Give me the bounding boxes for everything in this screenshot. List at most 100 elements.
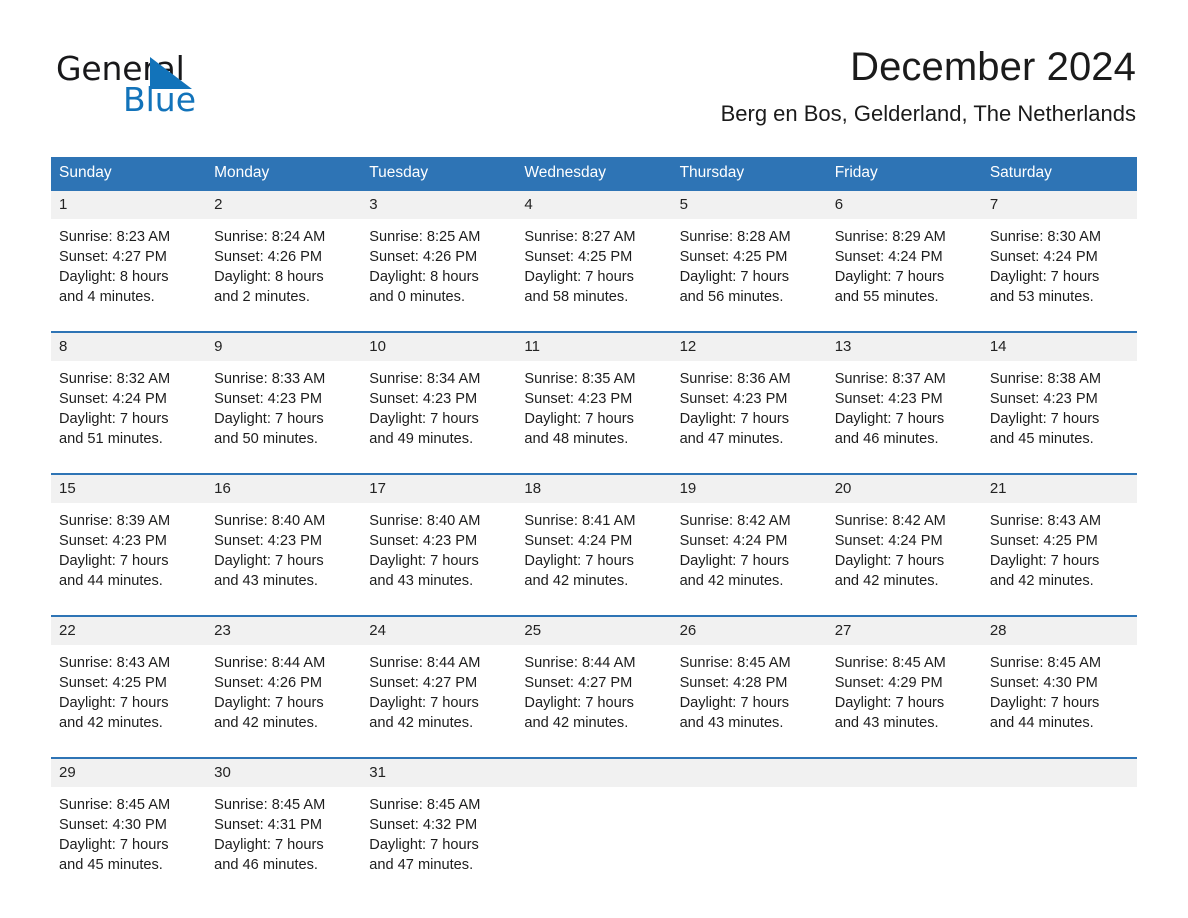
calendar-day-cell[interactable]: 6 Sunrise: 8:29 AM Sunset: 4:24 PM Daylight…: [826, 190, 982, 332]
weekday-header-row: Sunday Monday Tuesday Wednesday Thursday Frid…: [51, 157, 1137, 191]
calendar-day-cell[interactable]: 3 Sunrise: 8:25 AM Sunset: 4:26 PM Daylight…: [361, 190, 517, 332]
day-detail-line: and 56 minutes.: [679, 288, 784, 305]
day-number: 29: [51, 758, 207, 787]
day-detail-line: Sunrise: 8:43 AM: [989, 512, 1101, 529]
day-detail-line: Sunrise: 8:43 AM: [59, 654, 171, 671]
day-detail-line: Sunrise: 8:39 AM: [59, 512, 171, 529]
calendar-day-cell[interactable]: 1 Sunrise: 8:23 AM Sunset: 4:27 PM Daylight…: [51, 190, 207, 332]
day-detail-line: and 58 minutes.: [524, 288, 629, 305]
calendar-day-cell[interactable]: 27 Sunrise: 8:45 AM Sunset: 4:29 PM Dayligh…: [826, 614, 982, 758]
weekday-header-sunday: Sunday: [51, 157, 207, 191]
calendar-day-cell[interactable]: 20 Sunrise: 8:42 AM Sunset: 4:24 PM Dayligh…: [826, 472, 982, 616]
day-number: 12: [671, 332, 827, 361]
calendar-day-cell[interactable]: 30 Sunrise: 8:45 AM Sunset: 4:31 PM Dayligh…: [206, 756, 362, 899]
calendar-day-cell[interactable]: 29 Sunrise: 8:45 AM Sunset: 4:30 PM Dayligh…: [51, 756, 207, 899]
day-details: Sunrise: 8:34 AM Sunset: 4:23 PM Daylight:…: [361, 361, 516, 473]
calendar-day-cell[interactable]: 2 Sunrise: 8:24 AM Sunset: 4:26 PM Daylight…: [206, 190, 362, 332]
day-detail-line: and 42 minutes.: [524, 572, 629, 589]
day-detail-line: Sunset: 4:23 PM: [834, 390, 943, 407]
day-detail-line: Sunrise: 8:45 AM: [214, 796, 326, 813]
calendar-day-cell[interactable]: 21 Sunrise: 8:43 AM Sunset: 4:25 PM Dayligh…: [981, 472, 1137, 616]
calendar-day-cell[interactable]: 28 Sunrise: 8:45 AM Sunset: 4:30 PM Dayligh…: [981, 614, 1137, 758]
day-number: 30: [206, 758, 362, 787]
day-detail-line: Sunrise: 8:45 AM: [989, 654, 1101, 671]
day-detail-line: Sunrise: 8:41 AM: [524, 512, 636, 529]
day-detail-line: Daylight: 7 hours: [214, 694, 324, 711]
calendar-day-cell[interactable]: 14 Sunrise: 8:38 AM Sunset: 4:23 PM Dayligh…: [981, 330, 1137, 474]
day-number: 28: [981, 616, 1137, 645]
calendar-day-cell-empty: [516, 756, 672, 899]
calendar-day-cell[interactable]: 11 Sunrise: 8:35 AM Sunset: 4:23 PM Dayligh…: [516, 330, 672, 474]
day-detail-line: and 42 minutes.: [524, 714, 629, 731]
day-details: Sunrise: 8:45 AM Sunset: 4:28 PM Daylight:…: [672, 645, 827, 757]
day-detail-line: Daylight: 7 hours: [834, 410, 945, 427]
day-detail-line: Sunset: 4:30 PM: [59, 816, 167, 833]
day-detail-line: Sunset: 4:23 PM: [214, 532, 323, 549]
calendar-day-cell[interactable]: 9 Sunrise: 8:33 AM Sunset: 4:23 PM Daylight…: [206, 330, 362, 474]
day-detail-line: Daylight: 7 hours: [524, 552, 634, 569]
calendar-day-cell[interactable]: 15 Sunrise: 8:39 AM Sunset: 4:23 PM Dayligh…: [51, 472, 207, 616]
weekday-header-thursday: Thursday: [671, 157, 827, 191]
calendar-day-cell[interactable]: 5 Sunrise: 8:28 AM Sunset: 4:25 PM Daylight…: [671, 190, 827, 332]
day-details: Sunrise: 8:44 AM Sunset: 4:27 PM Daylight:…: [361, 645, 516, 757]
day-number: 22: [51, 616, 207, 645]
calendar-day-cell[interactable]: 23 Sunrise: 8:44 AM Sunset: 4:26 PM Dayligh…: [206, 614, 362, 758]
calendar-day-cell[interactable]: 24 Sunrise: 8:44 AM Sunset: 4:27 PM Dayligh…: [361, 614, 517, 758]
calendar-day-cell[interactable]: 16 Sunrise: 8:40 AM Sunset: 4:23 PM Dayligh…: [206, 472, 362, 616]
day-detail-line: Sunset: 4:25 PM: [59, 674, 167, 691]
day-details: Sunrise: 8:30 AM Sunset: 4:24 PM Daylight:…: [982, 219, 1137, 331]
day-detail-line: Sunrise: 8:23 AM: [59, 228, 171, 245]
calendar-day-cell[interactable]: 8 Sunrise: 8:32 AM Sunset: 4:24 PM Daylight…: [51, 330, 207, 474]
day-number: 9: [206, 332, 362, 361]
day-details: [516, 787, 671, 873]
day-detail-line: Sunset: 4:24 PM: [679, 532, 788, 549]
calendar-day-cell-empty: [826, 756, 982, 899]
day-details: Sunrise: 8:33 AM Sunset: 4:23 PM Daylight:…: [206, 361, 361, 473]
calendar-table: Sunday Monday Tuesday Wednesday Thursday Frid…: [51, 157, 1137, 899]
day-details: Sunrise: 8:44 AM Sunset: 4:26 PM Daylight:…: [206, 645, 361, 757]
calendar-day-cell[interactable]: 4 Sunrise: 8:27 AM Sunset: 4:25 PM Daylight…: [516, 190, 672, 332]
day-number: 19: [671, 474, 827, 503]
calendar-day-cell[interactable]: 18 Sunrise: 8:41 AM Sunset: 4:24 PM Dayligh…: [516, 472, 672, 616]
day-details: Sunrise: 8:45 AM Sunset: 4:32 PM Daylight:…: [361, 787, 516, 899]
calendar-day-cell[interactable]: 19 Sunrise: 8:42 AM Sunset: 4:24 PM Dayligh…: [671, 472, 827, 616]
day-number: 31: [361, 758, 517, 787]
calendar-day-cell[interactable]: 7 Sunrise: 8:30 AM Sunset: 4:24 PM Daylight…: [981, 190, 1137, 332]
day-number: 15: [51, 474, 207, 503]
day-detail-line: Sunrise: 8:45 AM: [834, 654, 946, 671]
calendar-day-cell[interactable]: 12 Sunrise: 8:36 AM Sunset: 4:23 PM Dayligh…: [671, 330, 827, 474]
day-details: Sunrise: 8:42 AM Sunset: 4:24 PM Daylight:…: [672, 503, 827, 615]
day-number: 25: [516, 616, 672, 645]
day-detail-line: and 43 minutes.: [834, 714, 939, 731]
day-number: 18: [516, 474, 672, 503]
day-detail-line: Daylight: 7 hours: [524, 694, 634, 711]
day-details: Sunrise: 8:25 AM Sunset: 4:26 PM Daylight:…: [361, 219, 516, 331]
day-detail-line: and 48 minutes.: [524, 430, 629, 447]
page-subtitle: Berg en Bos, Gelderland, The Netherlands: [720, 101, 1136, 126]
day-details: [982, 787, 1137, 873]
day-details: Sunrise: 8:38 AM Sunset: 4:23 PM Daylight:…: [982, 361, 1137, 473]
calendar-day-cell[interactable]: 17 Sunrise: 8:40 AM Sunset: 4:23 PM Dayligh…: [361, 472, 517, 616]
calendar-day-cell[interactable]: 22 Sunrise: 8:43 AM Sunset: 4:25 PM Dayligh…: [51, 614, 207, 758]
calendar-body: 1 Sunrise: 8:23 AM Sunset: 4:27 PM Daylight…: [51, 190, 1137, 899]
day-detail-line: Sunrise: 8:38 AM: [989, 370, 1101, 387]
calendar-day-cell[interactable]: 13 Sunrise: 8:37 AM Sunset: 4:23 PM Dayligh…: [826, 330, 982, 474]
day-detail-line: Sunrise: 8:32 AM: [59, 370, 171, 387]
calendar-day-cell[interactable]: 10 Sunrise: 8:34 AM Sunset: 4:23 PM Dayligh…: [361, 330, 517, 474]
page-header: General Blue December 2024 Berg en Bos, …: [0, 0, 1188, 126]
day-number: 17: [361, 474, 517, 503]
day-detail-line: Daylight: 7 hours: [834, 552, 945, 569]
day-detail-line: Sunset: 4:32 PM: [369, 816, 478, 833]
day-detail-line: and 42 minutes.: [679, 572, 784, 589]
calendar-day-cell[interactable]: 25 Sunrise: 8:44 AM Sunset: 4:27 PM Dayligh…: [516, 614, 672, 758]
day-detail-line: Sunrise: 8:40 AM: [214, 512, 326, 529]
calendar-day-cell[interactable]: 31 Sunrise: 8:45 AM Sunset: 4:32 PM Dayligh…: [361, 756, 517, 899]
day-detail-line: Sunset: 4:23 PM: [524, 390, 633, 407]
day-detail-line: Sunset: 4:31 PM: [214, 816, 323, 833]
day-detail-line: Sunrise: 8:40 AM: [369, 512, 481, 529]
day-detail-line: Sunrise: 8:45 AM: [679, 654, 791, 671]
day-detail-line: Sunrise: 8:44 AM: [369, 654, 481, 671]
calendar-day-cell[interactable]: 26 Sunrise: 8:45 AM Sunset: 4:28 PM Dayligh…: [671, 614, 827, 758]
day-number: 2: [206, 190, 362, 219]
day-detail-line: Sunset: 4:25 PM: [524, 248, 633, 265]
